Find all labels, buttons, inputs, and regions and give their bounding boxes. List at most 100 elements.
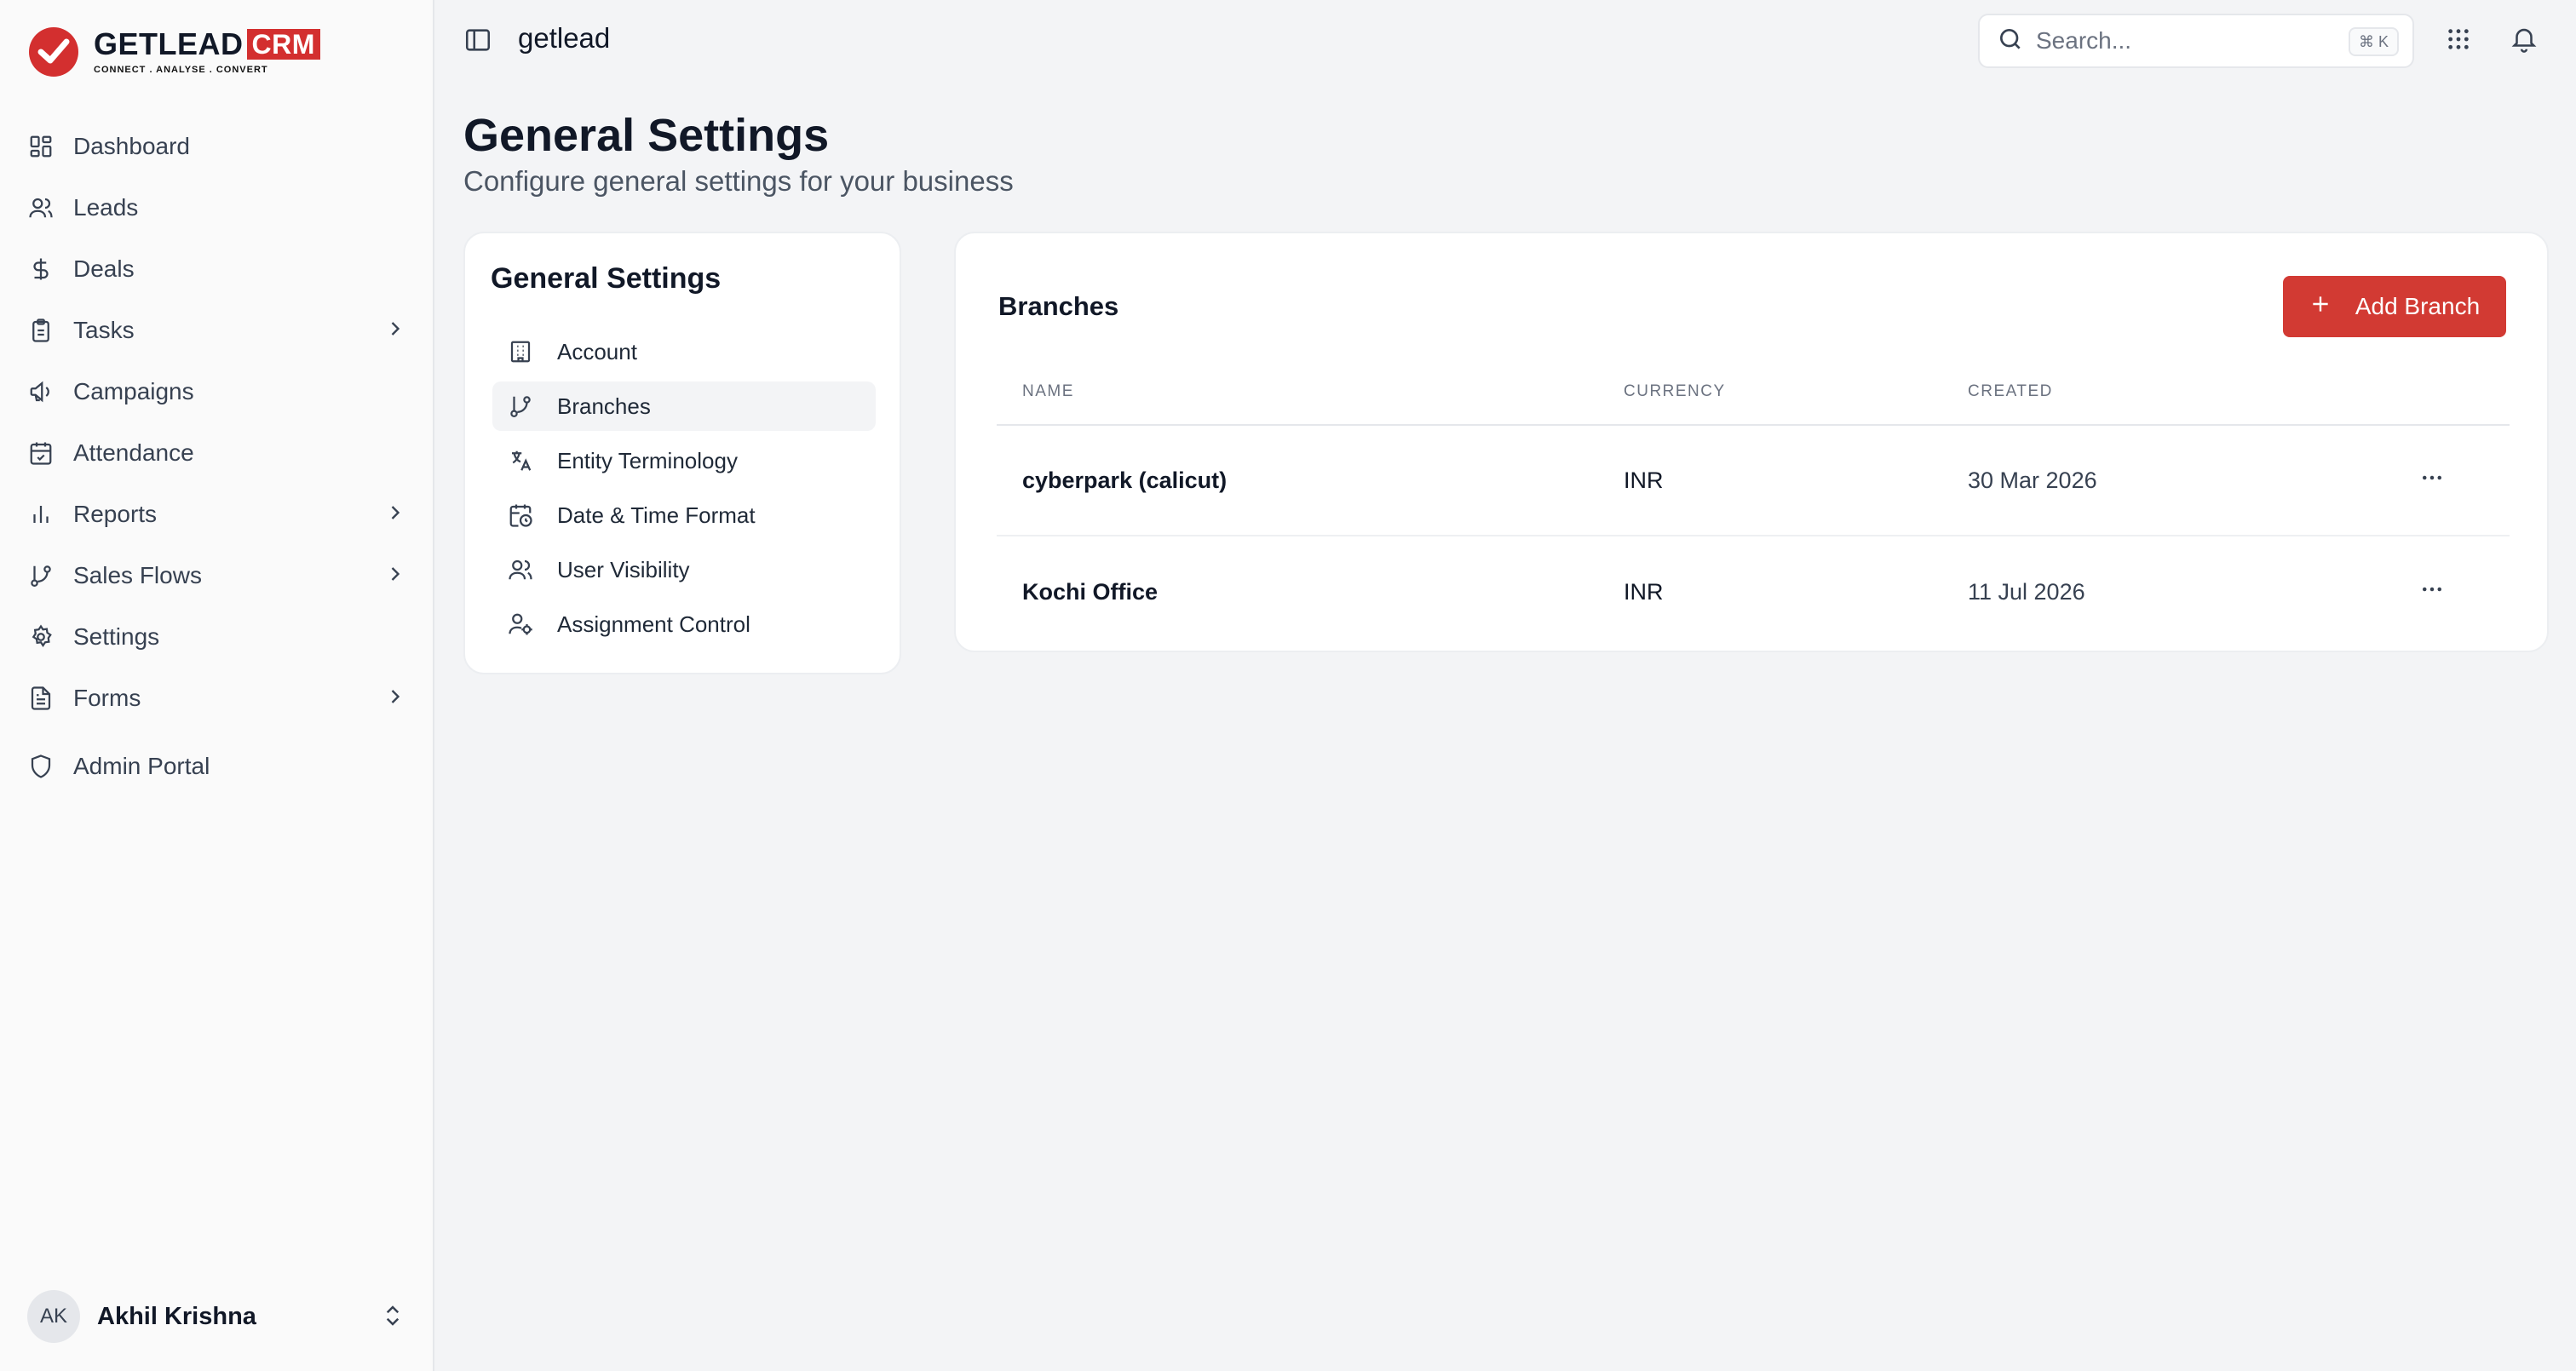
sidebar-item-tasks[interactable]: Tasks [26, 300, 409, 361]
dashboard-icon [26, 131, 56, 162]
sidebar-item-sales-flows[interactable]: Sales Flows [26, 545, 409, 606]
user-name: Akhil Krishna [97, 1302, 256, 1330]
branch-currency: INR [1624, 578, 1664, 605]
chevron-right-icon [383, 317, 407, 347]
branches-table: NAME CURRENCY CREATED cyberpark (calicut… [997, 359, 2510, 647]
settings-menu-list: Account Branches Entity Terminology Date… [492, 327, 876, 654]
search-icon [1997, 26, 2024, 57]
sidebar-item-dashboard[interactable]: Dashboard [26, 116, 409, 177]
sidebar-item-label: Sales Flows [73, 562, 202, 588]
branch-name: Kochi Office [1022, 578, 1159, 605]
sidebar-item-attendance[interactable]: Attendance [26, 422, 409, 484]
git-branch-icon [506, 392, 535, 421]
file-text-icon [26, 683, 56, 714]
users-icon [26, 192, 56, 223]
logo-tagline: CONNECT . ANALYSE . CONVERT [94, 65, 268, 75]
sidebar-item-label: Settings [73, 623, 160, 650]
plus-icon [2309, 293, 2332, 321]
branch-currency: INR [1624, 467, 1664, 493]
sidebar-item-reports[interactable]: Reports [26, 484, 409, 545]
calendar-clock-icon [506, 501, 535, 530]
gear-icon [26, 622, 56, 652]
settings-item-user-visibility[interactable]: User Visibility [492, 545, 876, 594]
settings-item-label: User Visibility [557, 556, 690, 582]
branches-card: Branches Add Branch NAME CURRENCY CREATE… [954, 232, 2549, 652]
table-row[interactable]: cyberpark (calicut) INR 30 Mar 2026 [997, 426, 2510, 536]
table-header: NAME CURRENCY CREATED [997, 359, 2510, 426]
settings-item-entity-terminology[interactable]: Entity Terminology [492, 436, 876, 485]
sidebar-item-deals[interactable]: Deals [26, 238, 409, 300]
more-horizontal-icon[interactable] [2419, 577, 2445, 608]
settings-item-label: Assignment Control [557, 611, 750, 637]
sidebar-item-campaigns[interactable]: Campaigns [26, 361, 409, 422]
chevron-right-icon [383, 501, 407, 531]
logo-wordmark: GETLEAD [94, 26, 244, 61]
settings-item-branches[interactable]: Branches [492, 381, 876, 431]
settings-item-label: Entity Terminology [557, 447, 738, 473]
sidebar-item-label: Attendance [73, 439, 194, 466]
add-branch-button[interactable]: Add Branch [2283, 276, 2506, 337]
add-branch-label: Add Branch [2355, 293, 2481, 319]
branches-title: Branches [998, 291, 1119, 321]
logo-check-icon [29, 27, 78, 77]
sidebar-item-forms[interactable]: Forms [26, 668, 409, 729]
logo[interactable]: GETLEAD CRM CONNECT . ANALYSE . CONVERT [29, 27, 320, 77]
branch-name: cyberpark (calicut) [1022, 467, 1228, 493]
sidebar-toggle-icon[interactable] [463, 26, 492, 59]
settings-item-label: Date & Time Format [557, 502, 756, 528]
sidebar-item-label: Admin Portal [73, 753, 210, 779]
settings-item-label: Branches [557, 393, 651, 419]
sidebar-item-label: Reports [73, 501, 158, 527]
logo-crm-badge: CRM [246, 29, 320, 60]
calendar-check-icon [26, 438, 56, 468]
search-box[interactable]: ⌘ K [1978, 14, 2414, 68]
settings-item-account[interactable]: Account [492, 327, 876, 376]
chevron-right-icon [383, 562, 407, 592]
branch-created: 30 Mar 2026 [1968, 467, 2097, 493]
branch-created: 11 Jul 2026 [1968, 578, 2085, 605]
settings-item-date-time-format[interactable]: Date & Time Format [492, 490, 876, 540]
sidebar-item-label: Deals [73, 255, 135, 282]
sidebar-item-label: Forms [73, 685, 141, 711]
column-header-currency[interactable]: CURRENCY [1624, 382, 1968, 401]
search-shortcut-badge: ⌘ K [2348, 27, 2399, 56]
user-cog-icon [506, 610, 535, 639]
clipboard-icon [26, 315, 56, 346]
sidebar-nav: Dashboard Leads Deals Tasks Campaigns At… [26, 116, 409, 797]
sidebar-item-label: Leads [73, 194, 139, 221]
avatar: AK [27, 1290, 80, 1343]
dollar-icon [26, 254, 56, 284]
translate-icon [506, 446, 535, 475]
chevron-up-down-icon [380, 1303, 405, 1333]
page-title: General Settings [463, 110, 830, 161]
column-header-name[interactable]: NAME [997, 382, 1624, 401]
megaphone-icon [26, 376, 56, 407]
apps-grid-icon[interactable] [2445, 26, 2472, 57]
sidebar-item-admin-portal[interactable]: Admin Portal [26, 736, 409, 797]
git-branch-icon [26, 560, 56, 591]
sidebar-item-leads[interactable]: Leads [26, 177, 409, 238]
more-horizontal-icon[interactable] [2419, 465, 2445, 496]
chevron-right-icon [383, 685, 407, 714]
top-bar: getlead ⌘ K [436, 0, 2576, 82]
bar-chart-icon [26, 499, 56, 530]
column-header-created[interactable]: CREATED [1968, 382, 2377, 401]
sidebar-item-label: Dashboard [73, 133, 190, 159]
users-icon [506, 555, 535, 584]
building-icon [506, 337, 535, 366]
sidebar: GETLEAD CRM CONNECT . ANALYSE . CONVERT … [0, 0, 434, 1371]
table-row[interactable]: Kochi Office INR 11 Jul 2026 [997, 536, 2510, 647]
sidebar-item-label: Campaigns [73, 378, 194, 404]
search-input[interactable] [2036, 27, 2326, 54]
settings-item-assignment-control[interactable]: Assignment Control [492, 599, 876, 649]
settings-menu-card: General Settings Account Branches Entity… [463, 232, 901, 674]
bell-icon[interactable] [2510, 24, 2539, 57]
settings-menu-title: General Settings [491, 262, 722, 295]
sidebar-item-label: Tasks [73, 317, 135, 343]
settings-item-label: Account [557, 338, 637, 364]
page-subtitle: Configure general settings for your busi… [463, 165, 1014, 197]
workspace-name: getlead [518, 22, 611, 54]
shield-icon [26, 751, 56, 782]
user-menu[interactable]: AK Akhil Krishna [27, 1289, 411, 1344]
sidebar-item-settings[interactable]: Settings [26, 606, 409, 668]
